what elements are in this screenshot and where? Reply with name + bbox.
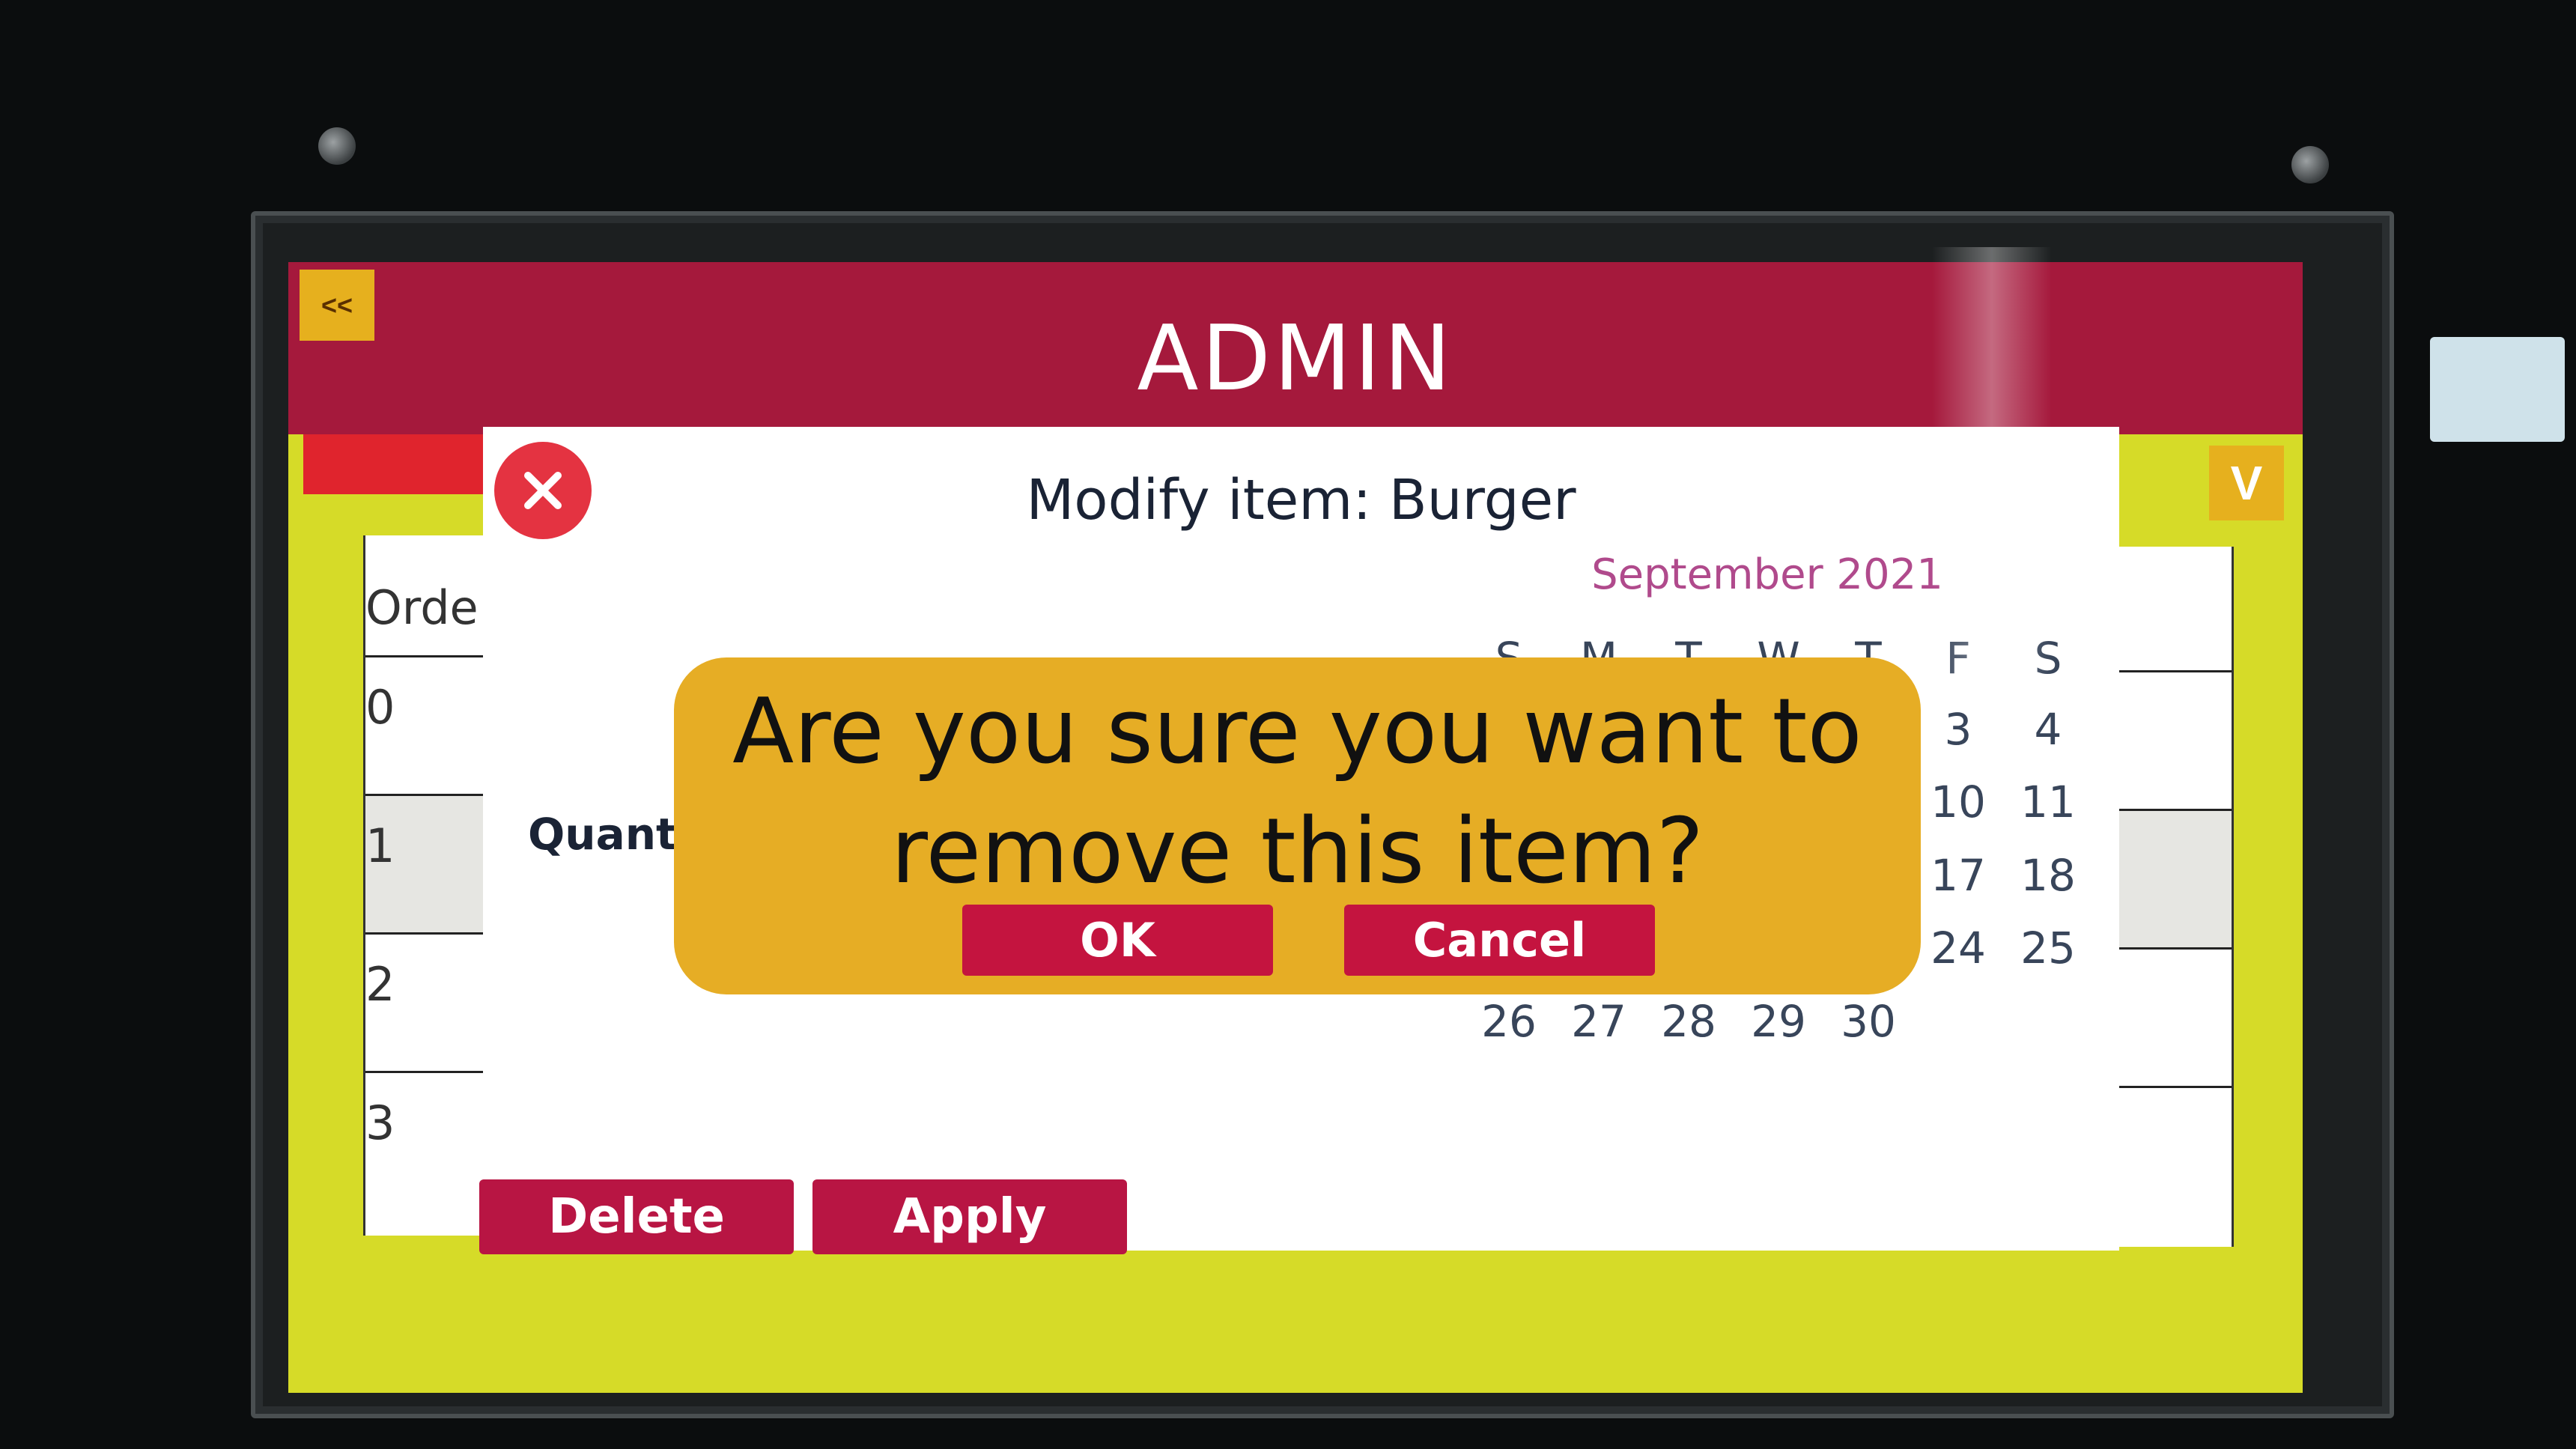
list-item[interactable] [2119, 670, 2232, 809]
list-item[interactable] [2119, 1086, 2232, 1224]
touch-screen: << ADMIN V Orde 0 1 2 3 Modify item: Bur… [288, 262, 2303, 1393]
quantity-label: Quant [528, 809, 677, 860]
calendar-date[interactable]: 24 [1917, 923, 1999, 973]
active-tab-indicator [303, 434, 490, 494]
sticker [2430, 337, 2565, 442]
confirm-remove-dialog: Are you sure you want to remove this ite… [674, 657, 1921, 994]
header-bar: << ADMIN [288, 262, 2303, 434]
calendar-date[interactable]: 26 [1468, 996, 1550, 1047]
calendar-date[interactable]: 11 [2007, 777, 2089, 827]
calendar-date[interactable]: 29 [1737, 996, 1820, 1047]
scroll-down-button[interactable]: V [2209, 446, 2284, 520]
right-list [2119, 547, 2234, 1247]
calendar-date[interactable]: 30 [1827, 996, 1910, 1047]
list-item[interactable]: 2 [365, 932, 485, 1071]
calendar-date[interactable]: 17 [1917, 850, 1999, 901]
weekday-header: S [2034, 633, 2062, 684]
screw-top-right [2291, 146, 2329, 183]
calendar-date[interactable]: 27 [1558, 996, 1640, 1047]
confirm-message-line2: remove this item? [890, 800, 1704, 904]
order-list: Orde 0 1 2 3 [363, 535, 485, 1236]
calendar-date[interactable]: 25 [2007, 923, 2089, 973]
list-item[interactable]: 1 [365, 794, 485, 932]
screw-top-left [318, 127, 356, 165]
calendar-month: September 2021 [1591, 550, 1943, 599]
delete-button[interactable]: Delete [479, 1179, 794, 1254]
calendar-date[interactable]: 18 [2007, 850, 2089, 901]
calendar-date[interactable]: 10 [1917, 777, 1999, 827]
order-list-header: Orde [365, 580, 479, 635]
list-item[interactable]: 3 [365, 1071, 485, 1209]
dialog-title: Modify item: Burger [1026, 468, 1576, 532]
weekday-header: F [1945, 633, 1971, 684]
cancel-button[interactable]: Cancel [1344, 905, 1655, 976]
list-item[interactable]: 0 [365, 655, 485, 794]
apply-button[interactable]: Apply [812, 1179, 1127, 1254]
calendar-date[interactable]: 3 [1917, 704, 1999, 755]
ok-button[interactable]: OK [962, 905, 1273, 976]
page-title: ADMIN [1137, 307, 1454, 411]
confirm-message: Are you sure you want to remove this ite… [674, 672, 1921, 912]
list-item[interactable] [2119, 809, 2232, 947]
list-item[interactable] [2119, 947, 2232, 1086]
calendar-date[interactable]: 4 [2007, 704, 2089, 755]
confirm-message-line1: Are you sure you want to [732, 680, 1862, 784]
calendar-date[interactable]: 28 [1647, 996, 1730, 1047]
